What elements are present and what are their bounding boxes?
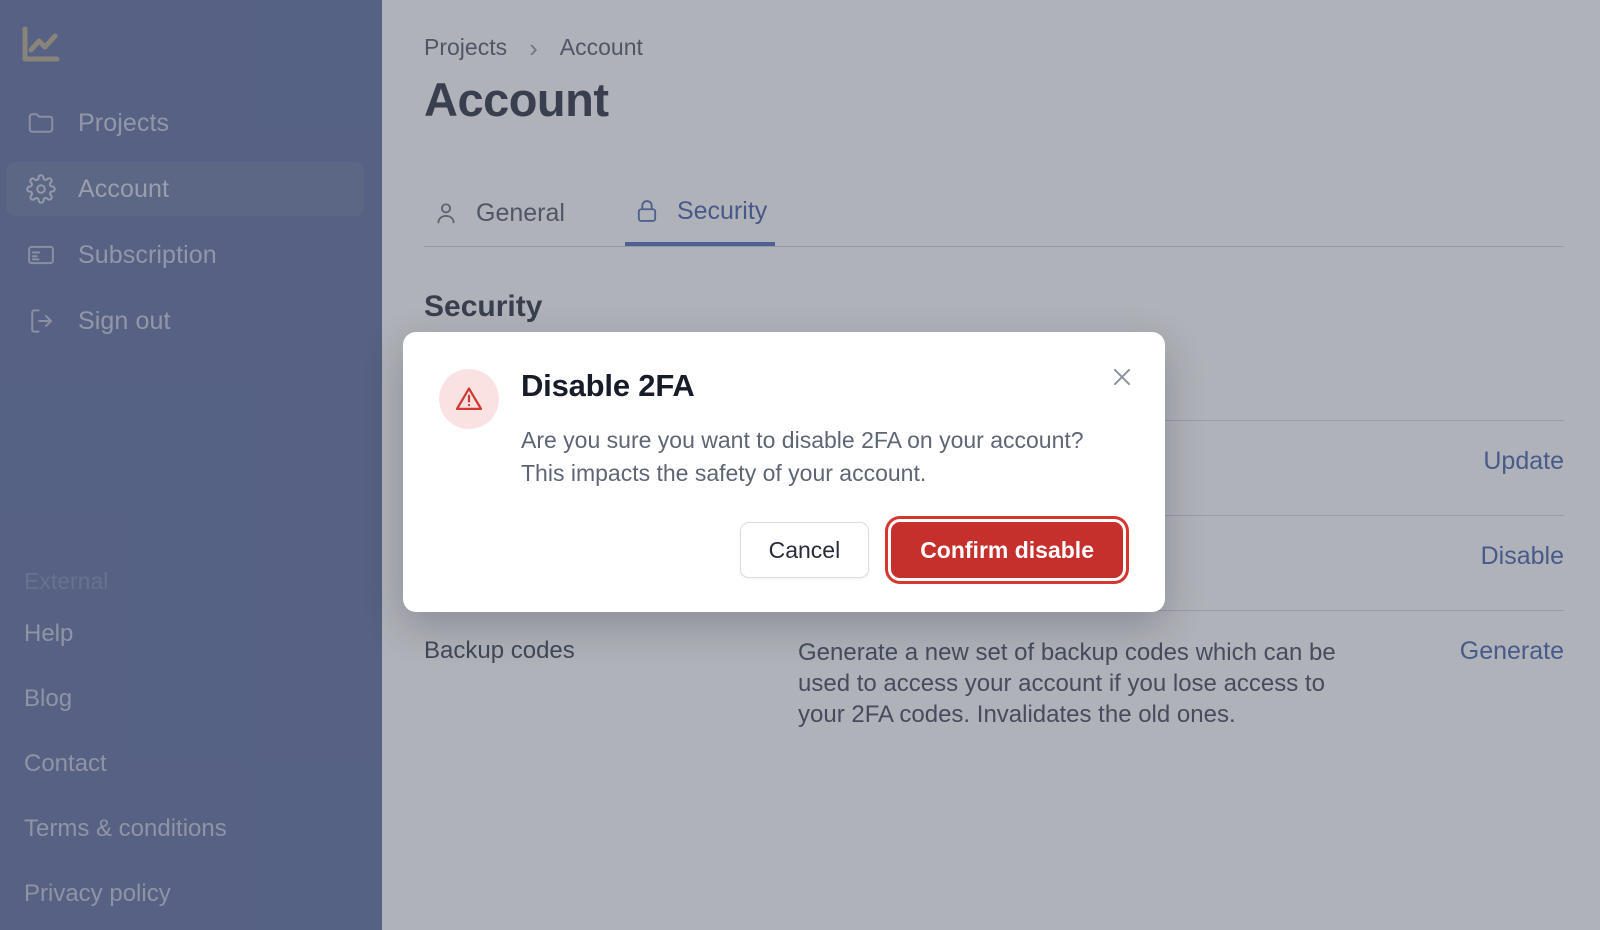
close-icon[interactable] — [1103, 358, 1141, 396]
dialog-body: Disable 2FA Are you sure you want to dis… — [403, 332, 1165, 490]
disable-2fa-dialog: Disable 2FA Are you sure you want to dis… — [403, 332, 1165, 612]
warning-triangle-icon — [439, 369, 499, 429]
confirm-disable-button[interactable]: Confirm disable — [891, 522, 1123, 578]
cancel-button[interactable]: Cancel — [739, 522, 870, 578]
dialog-actions: Cancel Confirm disable — [403, 490, 1165, 612]
app-root: Projects Account Subscription Sign out E… — [0, 0, 1600, 930]
dialog-message: Are you sure you want to disable 2FA on … — [521, 427, 1084, 486]
dialog-title: Disable 2FA — [521, 368, 695, 403]
